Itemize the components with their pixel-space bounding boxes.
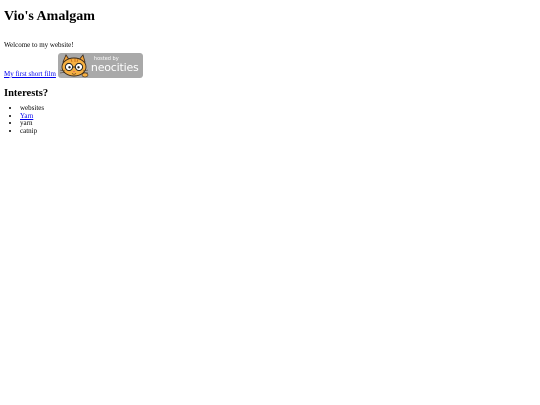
film-row: My first short film hosted by neocities <box>4 52 536 78</box>
page: Vio's Amalgam Welcome to my website! My … <box>0 0 540 135</box>
interest-catnip: catnip <box>20 126 38 135</box>
cat-mascot-icon <box>59 54 89 78</box>
list-item: websites <box>20 104 536 113</box>
list-item: yarn <box>20 119 536 128</box>
badge-neocities-text: neocities <box>90 61 139 74</box>
neocities-badge[interactable]: hosted by neocities <box>57 53 143 78</box>
interests-heading: Interests? <box>4 88 49 99</box>
interests-list: websites Yarn yarn catnip <box>4 100 536 135</box>
list-item: Yarn <box>20 112 536 121</box>
welcome-text: Welcome to my website! <box>4 41 74 49</box>
short-film-link[interactable]: My first short film <box>4 70 56 78</box>
list-item: catnip <box>20 126 536 136</box>
page-title: Vio's Amalgam <box>4 9 95 24</box>
